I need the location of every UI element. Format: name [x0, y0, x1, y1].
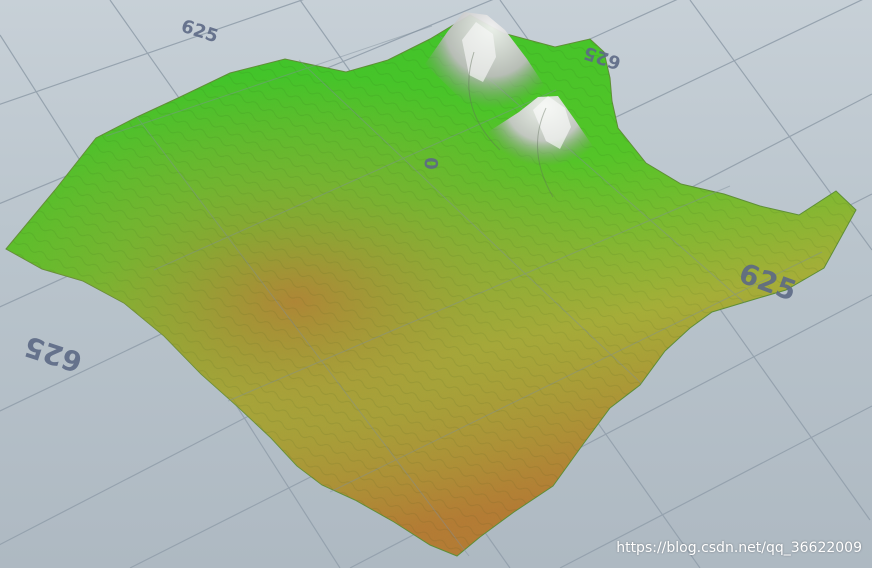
- grid-label-center: 0: [420, 157, 441, 170]
- grid-label-left: 625: [20, 329, 86, 378]
- terrain-mesh[interactable]: [5, 14, 857, 557]
- 3d-viewport[interactable]: 625 625 625 625 0 https://blog.csdn.net/…: [0, 0, 872, 568]
- grid-label-top-left: 625: [178, 16, 220, 48]
- watermark: https://blog.csdn.net/qq_36622009: [616, 540, 862, 556]
- viewport-scene: 625 625 625 625 0: [0, 0, 872, 568]
